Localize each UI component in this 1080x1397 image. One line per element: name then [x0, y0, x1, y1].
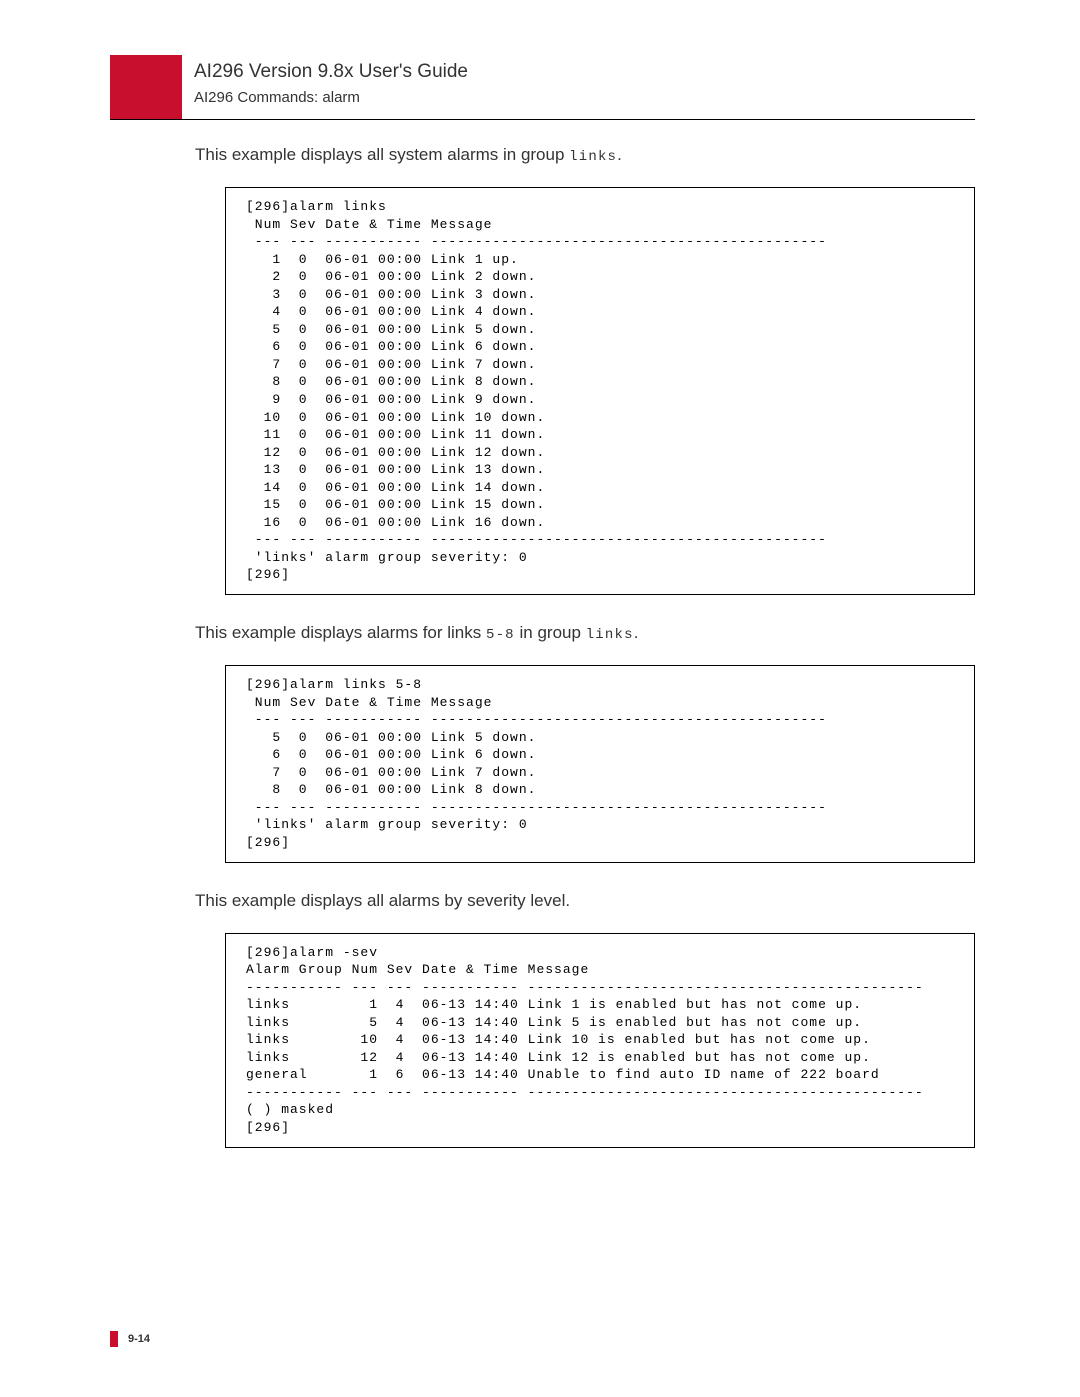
para1-pre: This example displays all system alarms …	[195, 145, 569, 164]
code-block-3: [296]alarm -sev Alarm Group Num Sev Date…	[225, 933, 975, 1148]
para2-code2: links	[586, 627, 634, 643]
para2-post: .	[634, 623, 639, 642]
para2-pre: This example displays alarms for links	[195, 623, 486, 642]
code-block-1: [296]alarm links Num Sev Date & Time Mes…	[225, 187, 975, 595]
header-rule	[110, 119, 975, 120]
page-footer: 9-14	[110, 1331, 150, 1347]
header-title: AI296 Version 9.8x User's Guide	[194, 61, 468, 83]
para1-post: .	[617, 145, 622, 164]
paragraph-2: This example displays alarms for links 5…	[195, 623, 975, 643]
footer-accent-bar	[110, 1331, 118, 1347]
para2-code1: 5-8	[486, 627, 515, 643]
paragraph-1: This example displays all system alarms …	[195, 145, 975, 165]
para1-code: links	[569, 149, 617, 165]
para2-mid: in group	[515, 623, 586, 642]
header-text-group: AI296 Version 9.8x User's Guide AI296 Co…	[182, 55, 468, 119]
paragraph-3: This example displays all alarms by seve…	[195, 891, 975, 911]
header-subtitle: AI296 Commands: alarm	[194, 89, 468, 106]
page-number: 9-14	[128, 1333, 150, 1345]
content-area: This example displays all system alarms …	[195, 145, 975, 1176]
page-header: AI296 Version 9.8x User's Guide AI296 Co…	[110, 55, 468, 119]
logo-block	[110, 55, 182, 119]
code-block-2: [296]alarm links 5-8 Num Sev Date & Time…	[225, 665, 975, 862]
